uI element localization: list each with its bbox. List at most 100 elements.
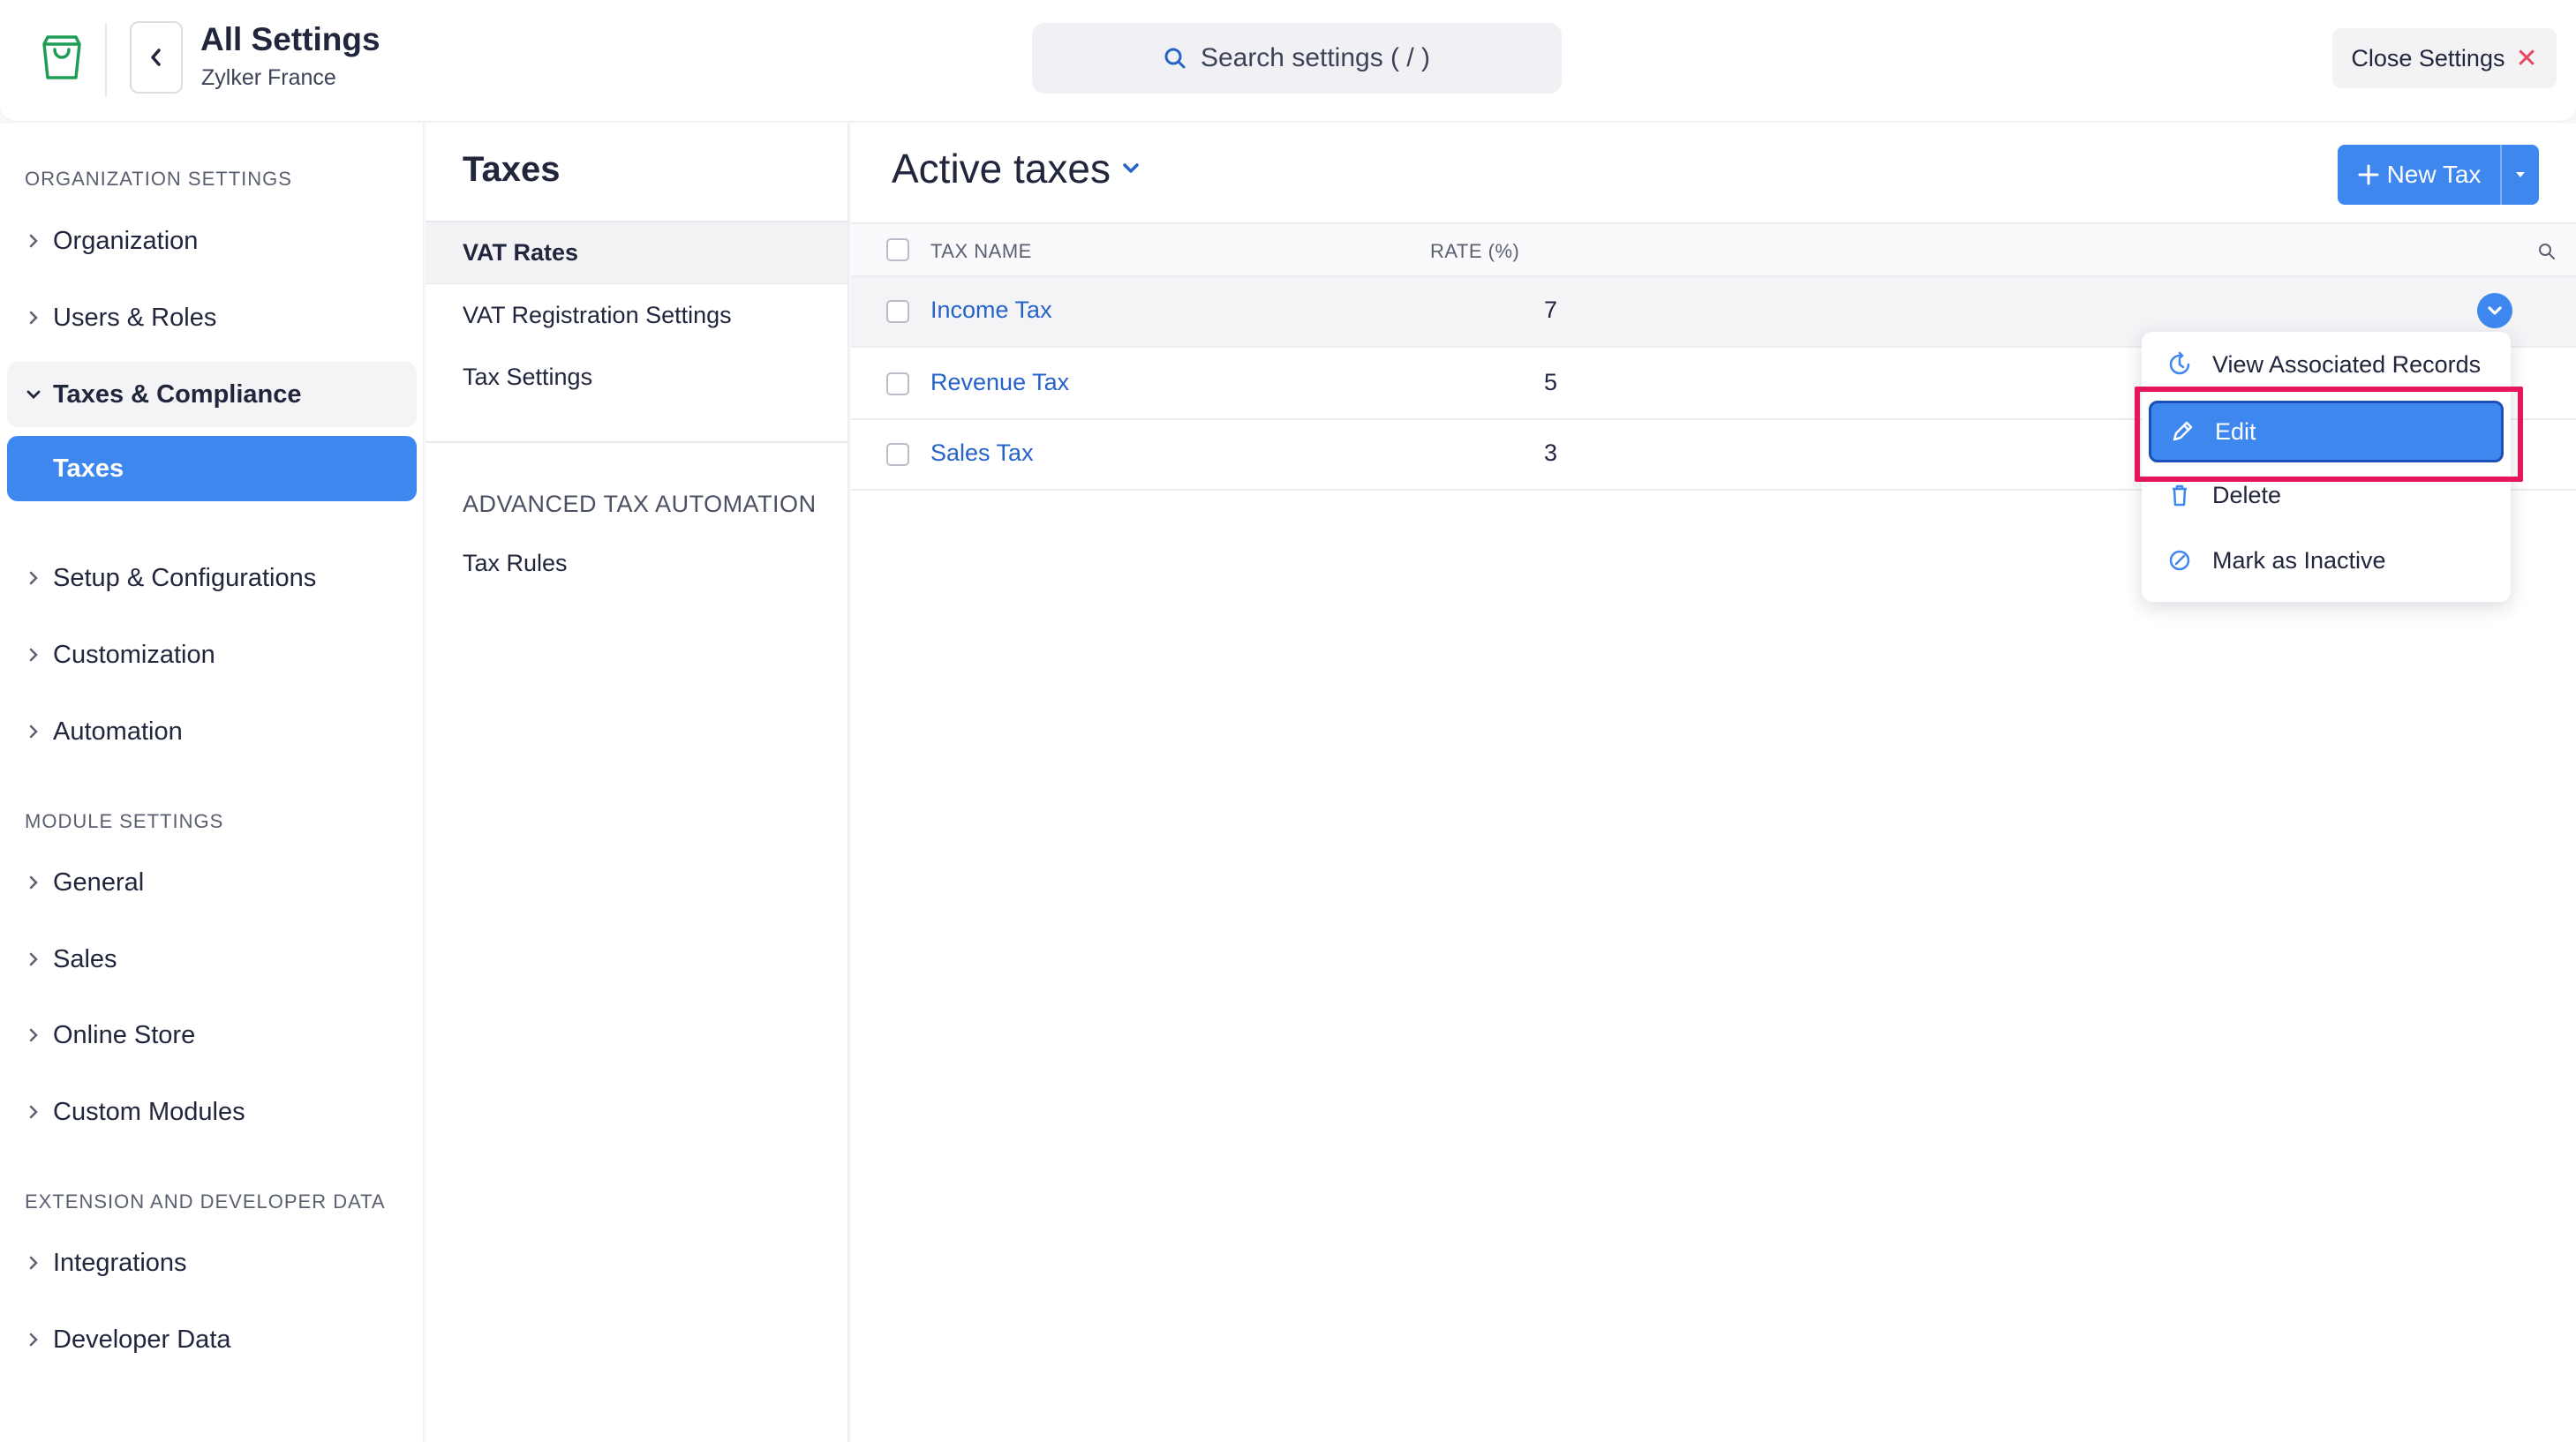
tax-name-link[interactable]: Revenue Tax xyxy=(930,369,1069,396)
search-icon xyxy=(1164,48,1186,69)
divider xyxy=(426,441,847,443)
main-content: Active taxes New Tax TAX NAME RATE (%) I… xyxy=(851,124,2576,1442)
sidebar-item-label: Custom Modules xyxy=(53,1097,245,1126)
menu-item-mark-inactive[interactable]: Mark as Inactive xyxy=(2142,531,2511,590)
close-settings-button[interactable]: Close Settings ✕ xyxy=(2332,28,2557,88)
sidebar-item-label: Taxes & Compliance xyxy=(53,379,302,409)
sidebar-item-label: Customization xyxy=(53,640,215,669)
chevron-down-icon xyxy=(1123,163,1139,173)
new-tax-button-group: New Tax xyxy=(2338,145,2539,205)
sidebar-item-organization[interactable]: Organization xyxy=(7,208,417,274)
row-actions-button[interactable] xyxy=(2477,293,2512,328)
row-checkbox[interactable] xyxy=(886,443,909,466)
new-tax-dropdown-button[interactable] xyxy=(2500,145,2539,205)
close-settings-label: Close Settings xyxy=(2351,44,2505,71)
view-title: Active taxes xyxy=(892,146,1111,192)
menu-item-label: Delete xyxy=(2212,481,2282,508)
column-header-tax-name: TAX NAME xyxy=(930,240,1032,262)
sidebar-item-taxes[interactable]: Taxes xyxy=(7,436,417,501)
chevron-right-icon xyxy=(7,234,53,248)
sidebar-item-automation[interactable]: Automation xyxy=(7,699,417,764)
sidebar-section-module: MODULE SETTINGS xyxy=(25,810,224,832)
sidebar-item-label: Organization xyxy=(53,226,199,255)
sidebar-item-setup-configurations[interactable]: Setup & Configurations xyxy=(7,545,417,611)
new-tax-label: New Tax xyxy=(2386,161,2482,188)
top-bar: All Settings Zylker France Search settin… xyxy=(0,0,2576,122)
search-settings-input[interactable]: Search settings ( / ) xyxy=(1032,23,1562,94)
sidebar-item-taxes-compliance[interactable]: Taxes & Compliance xyxy=(7,362,417,427)
active-taxes-view-selector[interactable]: Active taxes xyxy=(892,145,1141,192)
pencil-icon xyxy=(2173,421,2193,441)
menu-item-view-associated-records[interactable]: View Associated Records xyxy=(2142,335,2511,394)
chevron-right-icon xyxy=(7,952,53,966)
close-icon: ✕ xyxy=(2515,43,2538,73)
chevron-right-icon xyxy=(7,1256,53,1270)
chevron-right-icon xyxy=(7,1028,53,1042)
sidebar-section-extension: EXTENSION AND DEVELOPER DATA xyxy=(25,1190,386,1213)
settings-sidebar: ORGANIZATION SETTINGS Organization Users… xyxy=(0,124,424,1442)
search-placeholder: Search settings ( / ) xyxy=(1200,43,1431,72)
subnav-item-label: Tax Settings xyxy=(463,363,593,390)
sidebar-item-label: Sales xyxy=(53,944,117,973)
subnav-item-label: VAT Rates xyxy=(463,239,579,266)
inactive-icon xyxy=(2169,550,2190,571)
sidebar-item-developer-data[interactable]: Developer Data xyxy=(7,1307,417,1372)
subnav-item-label: VAT Registration Settings xyxy=(463,301,732,328)
sidebar-item-users-roles[interactable]: Users & Roles xyxy=(7,285,417,350)
row-checkbox[interactable] xyxy=(886,372,909,395)
select-all-checkbox[interactable] xyxy=(886,238,909,261)
trash-icon xyxy=(2173,484,2187,507)
caret-down-icon xyxy=(2516,172,2525,177)
header-divider xyxy=(105,23,107,97)
subnav-title: Taxes xyxy=(463,150,561,189)
sidebar-item-label: Users & Roles xyxy=(53,303,217,332)
settings-page: All Settings Zylker France Search settin… xyxy=(0,0,2576,1442)
organization-name: Zylker France xyxy=(201,65,336,90)
back-button[interactable] xyxy=(130,21,183,94)
subnav-item-tax-settings[interactable]: Tax Settings xyxy=(426,346,847,408)
sidebar-item-label: Automation xyxy=(53,717,183,746)
tax-rate: 5 xyxy=(1543,369,1557,395)
row-checkbox[interactable] xyxy=(886,300,909,323)
chevron-left-icon xyxy=(151,49,161,66)
sidebar-item-label: Online Store xyxy=(53,1020,196,1049)
sidebar-item-custom-modules[interactable]: Custom Modules xyxy=(7,1079,417,1145)
row-actions-menu: View Associated Records Edit Delete Mark… xyxy=(2142,332,2511,602)
subnav-item-tax-rules[interactable]: Tax Rules xyxy=(426,532,847,594)
shopping-bag-logo-icon xyxy=(42,35,81,79)
history-icon xyxy=(2169,351,2190,375)
sidebar-item-label: Integrations xyxy=(53,1248,187,1277)
sidebar-item-customization[interactable]: Customization xyxy=(7,622,417,687)
menu-item-label: View Associated Records xyxy=(2212,350,2482,378)
subnav-item-vat-registration-settings[interactable]: VAT Registration Settings xyxy=(426,284,847,346)
chevron-down-icon xyxy=(7,389,53,400)
column-header-rate: RATE (%) xyxy=(1430,240,1520,262)
menu-item-delete[interactable]: Delete xyxy=(2142,466,2511,524)
chevron-down-icon xyxy=(2488,306,2502,315)
taxes-subnav: Taxes VAT Rates VAT Registration Setting… xyxy=(426,124,849,1442)
tax-name-link[interactable]: Income Tax xyxy=(930,297,1052,324)
plus-icon xyxy=(2358,164,2379,185)
sidebar-item-sales[interactable]: Sales xyxy=(7,927,417,992)
chevron-right-icon xyxy=(7,1105,53,1119)
sidebar-item-label: General xyxy=(53,867,145,897)
menu-item-label: Mark as Inactive xyxy=(2212,546,2386,574)
sidebar-item-general[interactable]: General xyxy=(7,850,417,915)
menu-item-edit[interactable]: Edit xyxy=(2149,401,2504,462)
chevron-right-icon xyxy=(7,875,53,890)
sidebar-item-integrations[interactable]: Integrations xyxy=(7,1230,417,1296)
subnav-item-vat-rates[interactable]: VAT Rates xyxy=(426,222,847,284)
chevron-right-icon xyxy=(7,571,53,585)
sidebar-item-label: Developer Data xyxy=(53,1325,231,1354)
subnav-section-title: ADVANCED TAX AUTOMATION xyxy=(463,491,817,517)
tax-name-link[interactable]: Sales Tax xyxy=(930,439,1034,467)
sidebar-item-label: Taxes xyxy=(53,454,124,483)
chevron-right-icon xyxy=(7,1333,53,1347)
search-icon[interactable] xyxy=(2537,242,2557,261)
chevron-right-icon xyxy=(7,725,53,739)
table-header: TAX NAME RATE (%) xyxy=(851,222,2576,277)
subnav-item-label: Tax Rules xyxy=(463,549,568,576)
new-tax-button[interactable]: New Tax xyxy=(2338,145,2500,205)
sidebar-item-online-store[interactable]: Online Store xyxy=(7,1003,417,1068)
tax-rate: 7 xyxy=(1543,297,1557,323)
